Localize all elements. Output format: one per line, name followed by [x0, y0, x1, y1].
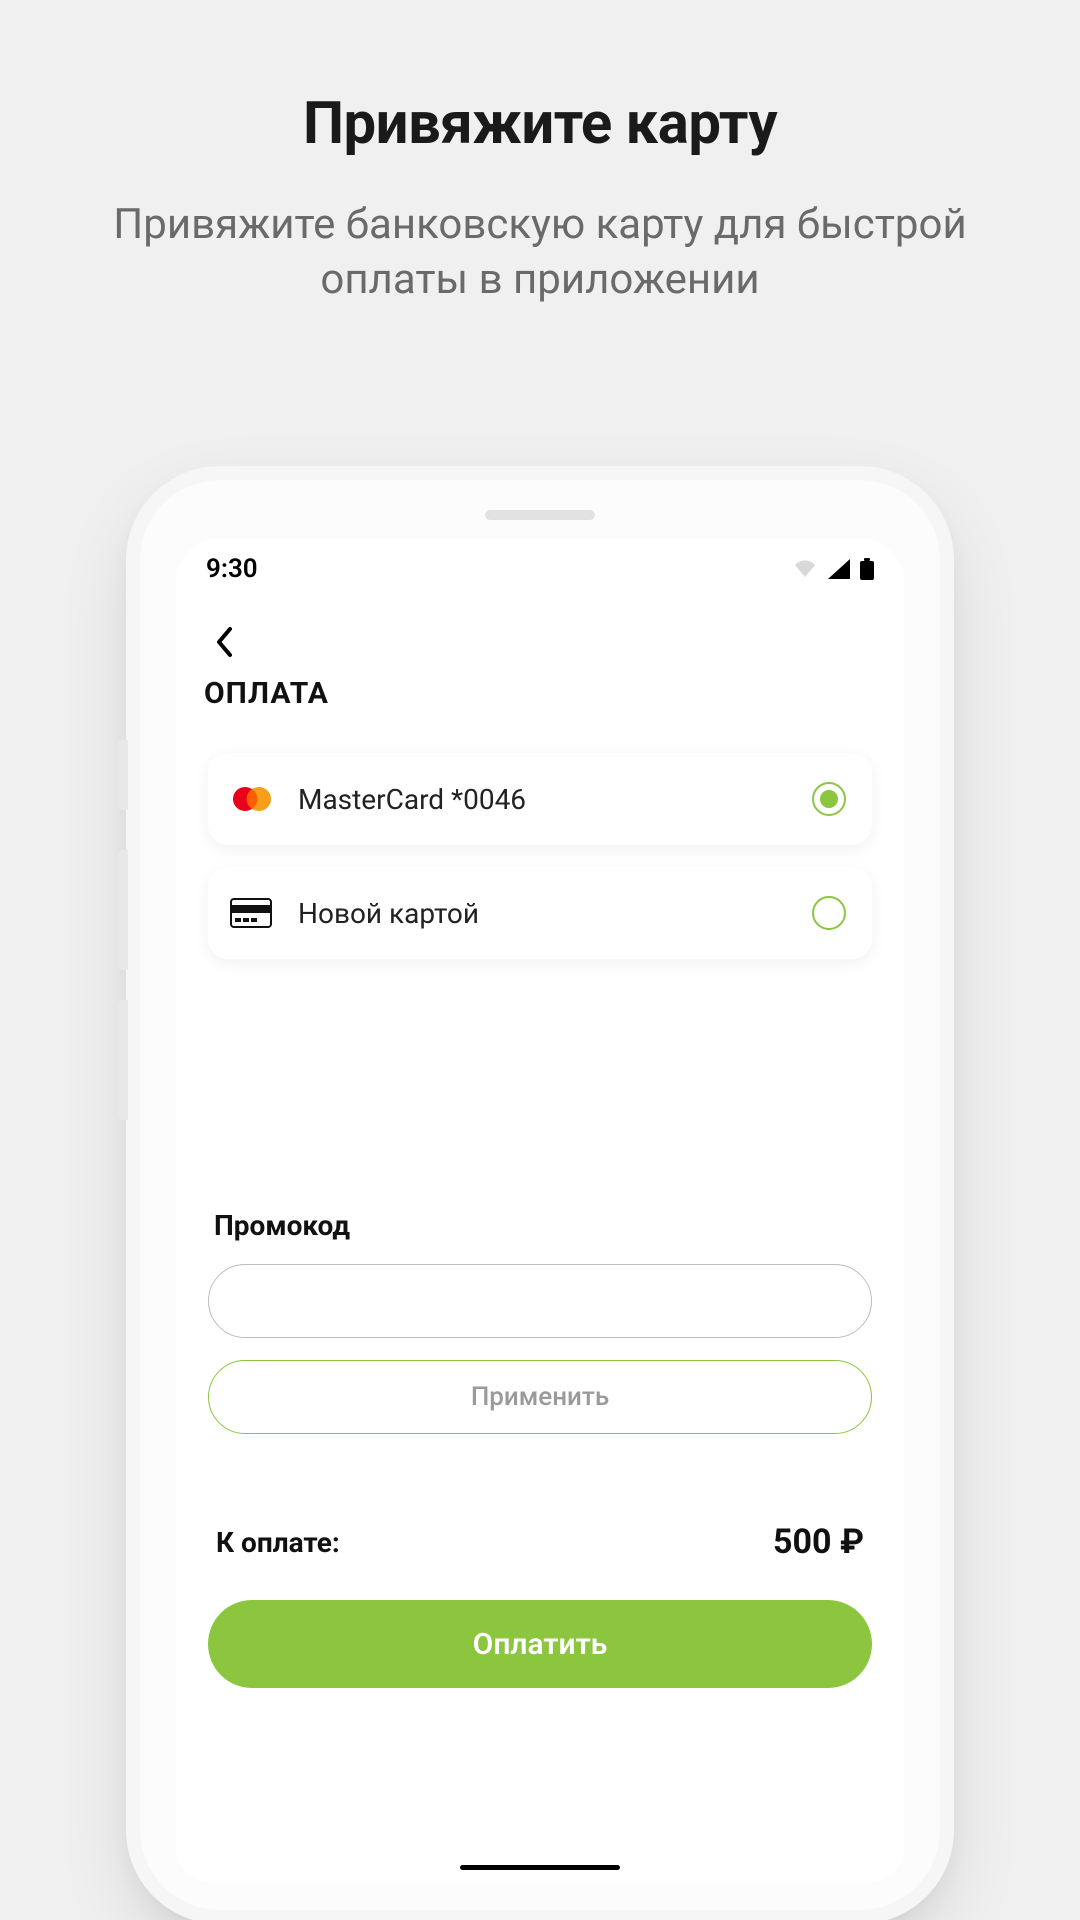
app-content: ОПЛАТА MasterCard *0046 Новой картой [176, 600, 904, 1882]
phone-frame: 9:30 ОПЛАТА [140, 480, 940, 1910]
radio-selected[interactable] [812, 782, 846, 816]
promo-input[interactable] [208, 1264, 872, 1338]
payment-method-new-card[interactable]: Новой картой [208, 867, 872, 959]
status-time: 9:30 [206, 554, 258, 584]
apply-promo-label: Применить [471, 1382, 609, 1412]
payment-method-mastercard[interactable]: MasterCard *0046 [208, 753, 872, 845]
status-indicators [792, 558, 874, 580]
radio-unselected[interactable] [812, 896, 846, 930]
payment-methods: MasterCard *0046 Новой картой [200, 753, 880, 959]
payment-method-label: Новой картой [298, 897, 812, 930]
phone-speaker [485, 510, 595, 520]
page-subtitle: Привяжите банковскую карту для быстрой о… [0, 198, 1080, 307]
promo-label: Промокод [214, 1209, 872, 1242]
chevron-left-icon [215, 627, 233, 657]
pay-button-label: Оплатить [473, 1627, 608, 1662]
cellular-icon [828, 559, 850, 579]
generic-card-icon [230, 898, 284, 928]
apply-promo-button[interactable]: Применить [208, 1360, 872, 1434]
mastercard-icon [230, 785, 284, 813]
pay-button[interactable]: Оплатить [208, 1600, 872, 1688]
back-button[interactable] [200, 618, 248, 666]
side-button [118, 740, 128, 810]
battery-icon [860, 558, 874, 580]
wifi-icon [792, 559, 818, 579]
promo-section: Промокод Применить [200, 1209, 880, 1434]
screen-title: ОПЛАТА [204, 676, 880, 711]
total-value: 500 ₽ [773, 1522, 864, 1562]
side-button [118, 1000, 128, 1120]
page-title: Привяжите карту [0, 90, 1080, 158]
payment-method-label: MasterCard *0046 [298, 783, 812, 816]
phone-screen: 9:30 ОПЛАТА [176, 538, 904, 1882]
total-label: К оплате: [216, 1526, 340, 1559]
total-row: К оплате: 500 ₽ [200, 1522, 880, 1562]
status-bar: 9:30 [176, 538, 904, 600]
page-header: Привяжите карту Привяжите банковскую кар… [0, 0, 1080, 307]
side-button [118, 850, 128, 970]
home-indicator[interactable] [460, 1865, 620, 1870]
